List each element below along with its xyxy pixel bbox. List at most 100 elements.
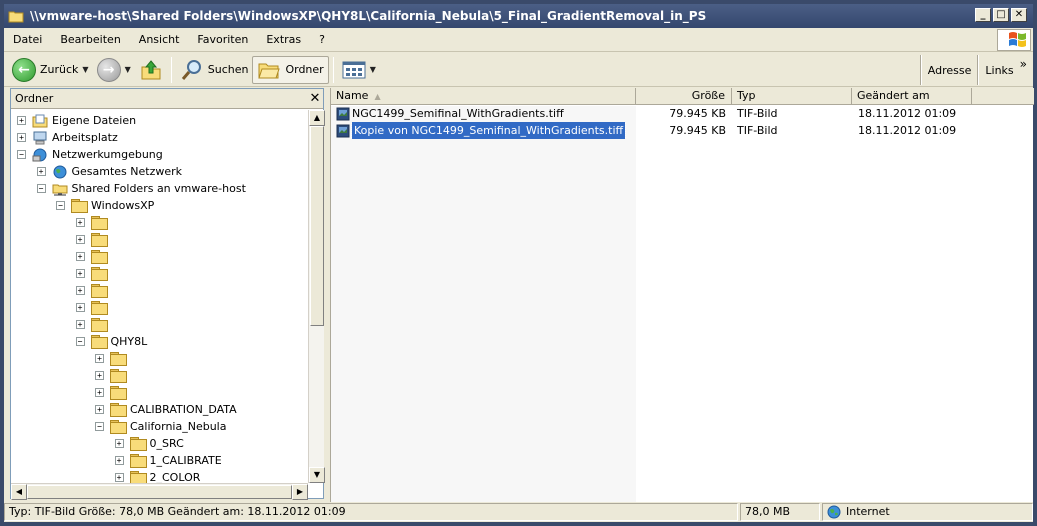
more-chevron-icon[interactable]: » (1020, 57, 1033, 71)
tree-item[interactable]: − Netzwerkumgebung (17, 146, 163, 163)
expand-icon[interactable]: + (95, 388, 104, 397)
file-name-cell[interactable]: NGC1499_Semifinal_WithGradients.tiff (331, 105, 636, 122)
maximize-button[interactable]: □ (993, 8, 1009, 22)
collapse-icon[interactable]: − (95, 422, 104, 431)
collapse-icon[interactable]: − (56, 201, 65, 210)
expand-icon[interactable]: + (75, 218, 85, 227)
expand-icon[interactable]: + (17, 133, 26, 142)
tree-item[interactable]: + (75, 265, 111, 282)
menu-datei[interactable]: Datei (4, 33, 51, 46)
close-button[interactable]: ✕ (1011, 8, 1027, 22)
expand-icon[interactable]: + (17, 116, 26, 125)
tree-item[interactable]: + (75, 248, 111, 265)
file-name-cell[interactable]: Kopie von NGC1499_Semifinal_WithGradient… (331, 122, 636, 139)
title-bar[interactable]: \\vmware-host\Shared Folders\WindowsXP\Q… (4, 4, 1033, 28)
minimize-button[interactable]: _ (975, 8, 991, 22)
tree-item[interactable]: +2_COLOR (114, 469, 201, 483)
tree-item[interactable]: + CALIBRATION_DATA (95, 401, 237, 418)
chevron-down-icon[interactable]: ▼ (125, 65, 131, 74)
column-size[interactable]: Größe (636, 88, 732, 105)
tree-item[interactable]: + (75, 316, 111, 333)
close-icon[interactable]: ✕ (307, 91, 323, 106)
tree-item[interactable]: + (95, 384, 130, 401)
tree-item[interactable]: + Eigene Dateien (17, 112, 136, 129)
tree-item[interactable]: + (75, 214, 111, 231)
back-button[interactable]: ← Zurück ▼ (8, 56, 93, 84)
scroll-right-button[interactable]: ▶ (292, 484, 308, 500)
vertical-scrollbar[interactable]: ▲ ▼ (308, 110, 325, 483)
chevron-down-icon[interactable]: ▼ (82, 65, 88, 74)
expand-icon[interactable]: + (36, 167, 46, 176)
window-title: \\vmware-host\Shared Folders\WindowsXP\Q… (30, 9, 707, 23)
scroll-thumb[interactable] (310, 126, 324, 326)
tree-item[interactable]: + (75, 299, 111, 316)
collapse-icon[interactable]: − (17, 150, 26, 159)
folder-icon (71, 199, 88, 213)
expand-icon[interactable]: + (95, 405, 104, 414)
expand-icon[interactable]: + (75, 235, 85, 244)
toolbar-separator (332, 56, 334, 83)
tree-item[interactable]: + Gesamtes Netzwerk (36, 163, 182, 180)
tree-item[interactable]: +0_SRC (114, 435, 184, 452)
scroll-thumb-horizontal[interactable] (27, 485, 292, 499)
tree-item-label: 1_CALIBRATE (149, 454, 222, 467)
column-name[interactable]: Name ▲ (331, 88, 636, 105)
tree-item[interactable]: − WindowsXP (56, 197, 154, 214)
menu-extras[interactable]: Extras (257, 33, 310, 46)
network-places-icon (32, 148, 47, 161)
scroll-up-button[interactable]: ▲ (309, 110, 325, 126)
file-row[interactable]: Kopie von NGC1499_Semifinal_WithGradient… (331, 122, 1034, 139)
views-button[interactable]: ▼ (338, 56, 380, 84)
menu-help[interactable]: ? (310, 33, 334, 46)
address-bar-label[interactable]: Adresse (922, 64, 978, 77)
tree-item[interactable]: +1_CALIBRATE (114, 452, 222, 469)
tree-item-label: 2_COLOR (149, 471, 201, 483)
folder-icon (129, 454, 147, 468)
expand-icon[interactable]: + (95, 354, 104, 363)
collapse-icon[interactable]: − (75, 337, 85, 346)
status-size: 78,0 MB (740, 503, 820, 521)
column-type[interactable]: Typ (732, 88, 852, 105)
file-name: Kopie von NGC1499_Semifinal_WithGradient… (350, 122, 627, 139)
tree-item[interactable]: + (95, 367, 130, 384)
network-share-icon (52, 184, 67, 195)
menu-favoriten[interactable]: Favoriten (188, 33, 257, 46)
file-row[interactable]: NGC1499_Semifinal_WithGradients.tiff 79.9… (331, 105, 1034, 122)
folder-icon (90, 335, 108, 349)
tree-item[interactable]: + (75, 282, 111, 299)
tree-item[interactable]: − QHY8L (75, 333, 147, 350)
tree-item[interactable]: + Arbeitsplatz (17, 129, 118, 146)
expand-icon[interactable]: + (75, 286, 85, 295)
horizontal-scrollbar[interactable]: ◀ ▶ (11, 483, 308, 500)
scroll-left-button[interactable]: ◀ (11, 484, 27, 500)
links-label[interactable]: Links (979, 64, 1019, 77)
folder-icon (90, 250, 108, 264)
column-modified[interactable]: Geändert am (852, 88, 972, 105)
column-modified-label: Geändert am (857, 89, 930, 102)
expand-icon[interactable]: + (75, 252, 85, 261)
expand-icon[interactable]: + (95, 371, 104, 380)
status-zone: Internet (822, 503, 1033, 521)
expand-icon[interactable]: + (75, 303, 85, 312)
forward-button[interactable]: → ▼ (93, 56, 135, 84)
search-button[interactable]: Suchen (176, 56, 253, 84)
up-folder-button[interactable] (135, 56, 167, 84)
expand-icon[interactable]: + (114, 456, 124, 465)
menu-bearbeiten[interactable]: Bearbeiten (51, 33, 129, 46)
folders-button[interactable]: Ordner (252, 55, 329, 84)
expand-icon[interactable]: + (75, 320, 85, 329)
tree-item[interactable]: − California_Nebula (95, 418, 226, 435)
chevron-down-icon[interactable]: ▼ (370, 65, 376, 74)
collapse-icon[interactable]: − (36, 184, 46, 193)
toolbar-separator (170, 56, 172, 83)
tree-item[interactable]: + (95, 350, 130, 367)
column-size-label: Größe (691, 89, 725, 102)
scroll-down-button[interactable]: ▼ (309, 467, 325, 483)
expand-icon[interactable]: + (75, 269, 85, 278)
menu-ansicht[interactable]: Ansicht (130, 33, 189, 46)
expand-icon[interactable]: + (114, 473, 124, 482)
expand-icon[interactable]: + (114, 439, 124, 448)
folder-icon (90, 318, 108, 332)
tree-item[interactable]: − Shared Folders an vmware-host (36, 180, 246, 197)
tree-item[interactable]: + (75, 231, 111, 248)
